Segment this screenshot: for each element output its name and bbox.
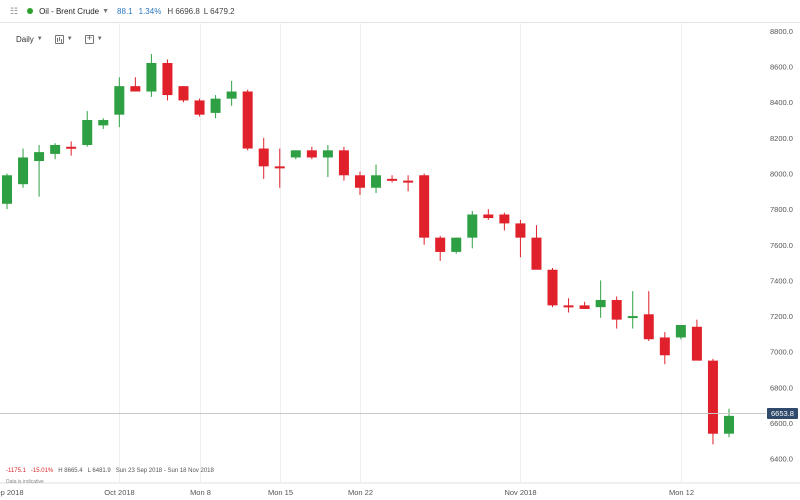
current-price-tag: 6653.8 <box>767 407 798 419</box>
y-tick-label: 6800.0 <box>770 383 793 392</box>
candle-down <box>547 269 558 306</box>
candle-down <box>66 146 77 149</box>
candle-down <box>178 86 189 101</box>
candle-down <box>659 337 670 356</box>
candle-down <box>130 86 141 92</box>
y-axis: 6400.0 6600.0 6800.0 7000.0 7200.0 7400.0 7600… <box>770 27 793 464</box>
candle-up <box>724 415 734 434</box>
candle-down <box>643 314 654 340</box>
candle-down <box>194 100 205 115</box>
candle-down <box>483 214 494 219</box>
candle-up <box>146 62 157 92</box>
candle-down <box>338 150 349 176</box>
candle-up <box>34 152 45 162</box>
candle-down <box>162 62 173 96</box>
candle-down <box>611 300 622 320</box>
candle-down <box>499 214 510 224</box>
x-tick-label: Oct 2018 <box>104 488 134 497</box>
candle-up <box>322 150 333 158</box>
x-tick-label: Mon 12 <box>669 488 694 497</box>
candle-up <box>2 175 12 204</box>
candle-up <box>467 214 478 238</box>
candle-down <box>274 166 285 169</box>
candle-down <box>435 237 446 252</box>
candle-up <box>595 300 606 308</box>
candle-up <box>627 316 638 319</box>
candle-down <box>419 175 430 238</box>
candlestick-chart[interactable]: 6400.0 6600.0 6800.0 7000.0 7200.0 7400.0 7600… <box>0 0 800 500</box>
y-tick-label: 6400.0 <box>770 455 793 464</box>
x-tick-label: Sep 2018 <box>0 488 24 497</box>
candle-down <box>258 148 269 167</box>
y-tick-label: 8800.0 <box>770 27 793 36</box>
candle-down <box>387 178 398 181</box>
x-tick-label: Mon 22 <box>348 488 373 497</box>
candle-down <box>242 91 253 149</box>
candle-up <box>18 157 29 185</box>
candle-up <box>82 120 93 145</box>
candle-down <box>691 326 702 361</box>
y-tick-label: 7400.0 <box>770 276 793 285</box>
candle-up <box>210 98 221 113</box>
candle-down <box>563 305 574 308</box>
candle-down <box>707 360 718 434</box>
y-tick-label: 7600.0 <box>770 241 793 250</box>
candle-down <box>403 180 414 183</box>
y-tick-label: 8600.0 <box>770 63 793 72</box>
period-change-percent: -15.01% <box>30 468 54 474</box>
candle-up <box>675 324 686 338</box>
y-tick-label: 8200.0 <box>770 134 793 143</box>
candle-down <box>531 237 542 270</box>
x-tick-label: Mon 8 <box>190 488 211 497</box>
candle-up <box>98 120 109 126</box>
y-tick-label: 7800.0 <box>770 205 793 214</box>
x-axis: Sep 2018 Oct 2018 Mon 8 Mon 15 Mon 22 Nov 201… <box>0 488 694 497</box>
y-tick-label: 8000.0 <box>770 169 793 178</box>
candle-down <box>515 223 526 238</box>
period-high: H 8665.4 <box>58 468 83 474</box>
candle-up <box>226 91 237 99</box>
candle-series <box>2 54 734 445</box>
y-tick-label: 7000.0 <box>770 348 793 357</box>
x-tick-label: Mon 15 <box>268 488 293 497</box>
y-tick-label: 7200.0 <box>770 312 793 321</box>
period-change: -1175.1 <box>6 468 26 474</box>
y-tick-label: 8400.0 <box>770 98 793 107</box>
candle-down <box>306 150 317 158</box>
candle-down <box>354 175 365 188</box>
candle-up <box>114 86 125 115</box>
period-range: Sun 23 Sep 2018 - Sun 18 Nov 2018 <box>115 468 214 474</box>
candle-down <box>579 305 590 309</box>
period-low: L 6481.9 <box>87 468 111 474</box>
data-disclaimer: Data is indicative <box>6 479 44 485</box>
chart-summary: -1175.1 -15.01% H 8665.4 L 6481.9 Sun 23… <box>6 468 219 474</box>
candle-up <box>50 144 61 154</box>
x-tick-label: Nov 2018 <box>504 488 536 497</box>
candle-up <box>371 175 382 188</box>
candle-up <box>290 150 301 158</box>
y-tick-label: 6600.0 <box>770 419 793 428</box>
candle-up <box>451 237 462 252</box>
